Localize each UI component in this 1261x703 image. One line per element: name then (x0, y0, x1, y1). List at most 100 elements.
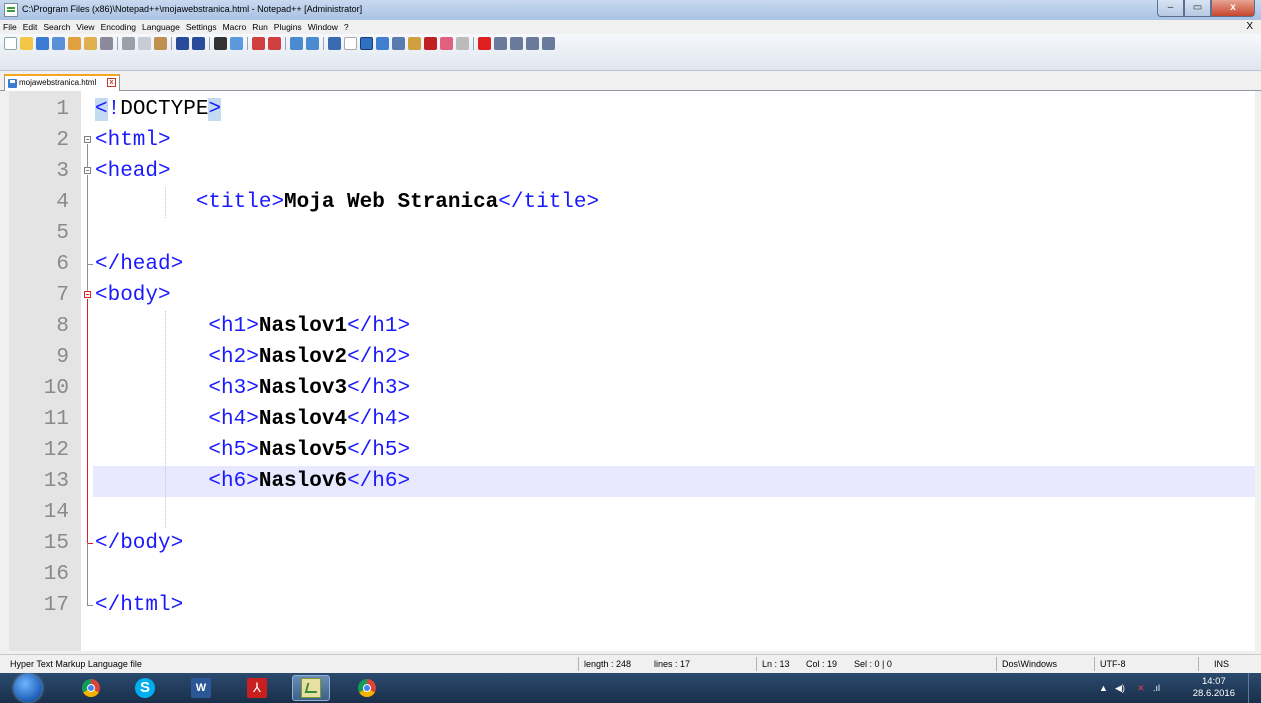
cut-icon[interactable] (122, 36, 135, 50)
clock[interactable]: 14:07 28.6.2016 (1193, 676, 1235, 700)
code-line[interactable]: </head> (95, 249, 183, 280)
code-line[interactable]: <h2>Naslov2</h2> (95, 342, 410, 373)
status-eol[interactable]: Dos\Windows (1002, 659, 1057, 669)
menu-encoding[interactable]: Encoding (98, 20, 139, 34)
indent-guide (165, 311, 166, 528)
network-warning-icon[interactable]: ✕ (1137, 683, 1145, 694)
document-tab-bar: mojawebstranica.html x (0, 71, 1261, 91)
find-icon[interactable] (214, 36, 227, 50)
tab-mojawebstranica[interactable]: mojawebstranica.html x (4, 74, 120, 91)
code-line[interactable]: <body> (95, 280, 171, 311)
toolbar (0, 34, 1261, 71)
toolbar-separator (473, 36, 474, 50)
folder-as-workspace-icon[interactable] (408, 36, 421, 50)
code-line[interactable]: <head> (95, 156, 171, 187)
redo-icon[interactable] (192, 36, 205, 50)
word-wrap-icon[interactable] (328, 36, 341, 50)
replace-icon[interactable] (230, 36, 243, 50)
code-line[interactable]: </html> (95, 590, 183, 621)
menu-macro[interactable]: Macro (220, 20, 250, 34)
notepadpp-app-icon[interactable] (4, 3, 18, 17)
close-all-icon[interactable] (84, 36, 97, 50)
taskbar-chrome[interactable] (72, 675, 110, 701)
save-macro-icon[interactable] (542, 36, 555, 50)
menu-plugins[interactable]: Plugins (271, 20, 305, 34)
code-line[interactable]: <title>Moja Web Stranica</title> (95, 187, 599, 218)
copy-icon[interactable] (138, 36, 151, 50)
code-line[interactable]: <h3>Naslov3</h3> (95, 373, 410, 404)
taskbar-notepadpp[interactable] (292, 675, 330, 701)
indent-guide-icon[interactable] (360, 36, 373, 50)
taskbar-skype[interactable]: S (126, 675, 164, 701)
undo-icon[interactable] (176, 36, 189, 50)
taskbar-word[interactable]: W (182, 675, 220, 701)
status-column: Col : 19 (806, 659, 838, 669)
menu-file[interactable]: File (0, 20, 20, 34)
menu-settings[interactable]: Settings (183, 20, 220, 34)
paste-icon[interactable] (154, 36, 167, 50)
user-lang-icon[interactable] (424, 36, 437, 50)
menu-window[interactable]: Window (305, 20, 341, 34)
line-number: 8 (56, 315, 69, 338)
doc-map-icon[interactable] (376, 36, 389, 50)
sync-horizontal-icon[interactable] (306, 36, 319, 50)
fold-head-icon[interactable] (84, 167, 91, 174)
show-desktop-button[interactable] (1248, 673, 1261, 703)
print-icon[interactable] (100, 36, 113, 50)
show-hidden-icons-icon[interactable]: ▲ (1099, 683, 1108, 693)
menu-view[interactable]: View (73, 20, 97, 34)
line-number: 6 (56, 253, 69, 276)
open-file-icon[interactable] (20, 36, 33, 50)
close-document-button[interactable]: X (1246, 20, 1253, 34)
code-line[interactable]: </body> (95, 528, 183, 559)
code-editor[interactable]: 1 <!DOCTYPE> 2 <html> 3 <head> 4 <title>Moja W… (0, 91, 1261, 651)
system-tray: ▲ ◀) ✕ .ıl 14:07 28.6.2016 (1091, 673, 1261, 703)
maximize-button[interactable]: ▭ (1184, 0, 1211, 17)
line-number: 11 (43, 408, 69, 431)
title-bar: C:\Program Files (x86)\Notepad++\mojaweb… (0, 0, 1261, 20)
function-list-icon[interactable] (392, 36, 405, 50)
playback-icon[interactable] (510, 36, 523, 50)
minimize-button[interactable]: – (1157, 0, 1184, 17)
code-line[interactable]: <!DOCTYPE> (95, 94, 222, 125)
status-insert-mode[interactable]: INS (1214, 659, 1229, 669)
fold-html-icon[interactable] (84, 136, 91, 143)
record-macro-icon[interactable] (478, 36, 491, 50)
skype-icon: S (135, 678, 155, 698)
acrobat-icon: ⅄ (247, 678, 267, 698)
close-button[interactable]: x (1211, 0, 1255, 17)
zoom-out-icon[interactable] (268, 36, 281, 50)
code-line[interactable]: <h4>Naslov4</h4> (95, 404, 410, 435)
menu-help[interactable]: ? (341, 20, 352, 34)
status-divider (578, 657, 579, 671)
sync-vertical-icon[interactable] (290, 36, 303, 50)
menu-search[interactable]: Search (40, 20, 73, 34)
menu-edit[interactable]: Edit (20, 20, 41, 34)
menu-run[interactable]: Run (249, 20, 271, 34)
taskbar-acrobat[interactable]: ⅄ (238, 675, 276, 701)
code-line[interactable]: <h6>Naslov6</h6> (95, 466, 410, 497)
fold-line (87, 264, 88, 291)
status-encoding[interactable]: UTF-8 (1100, 659, 1126, 669)
new-file-icon[interactable] (4, 36, 17, 50)
code-line[interactable]: <h1>Naslov1</h1> (95, 311, 410, 342)
code-line[interactable]: <html> (95, 125, 171, 156)
taskbar-chrome-2[interactable] (348, 675, 386, 701)
save-icon[interactable] (36, 36, 49, 50)
show-all-chars-icon[interactable] (344, 36, 357, 50)
tab-close-icon[interactable]: x (107, 78, 116, 87)
volume-icon[interactable]: ◀) (1115, 683, 1125, 694)
fold-body-icon[interactable] (84, 291, 91, 298)
run-macro-multiple-icon[interactable] (526, 36, 539, 50)
signal-icon[interactable]: .ıl (1153, 683, 1160, 693)
start-button[interactable] (14, 674, 42, 702)
zoom-in-icon[interactable] (252, 36, 265, 50)
save-all-icon[interactable] (52, 36, 65, 50)
view-icon[interactable] (456, 36, 469, 50)
menu-language[interactable]: Language (139, 20, 183, 34)
code-line[interactable]: <h5>Naslov5</h5> (95, 435, 410, 466)
tab-label: mojawebstranica.html (19, 78, 97, 87)
stop-recording-icon[interactable] (494, 36, 507, 50)
monitoring-icon[interactable] (440, 36, 453, 50)
close-file-icon[interactable] (68, 36, 81, 50)
